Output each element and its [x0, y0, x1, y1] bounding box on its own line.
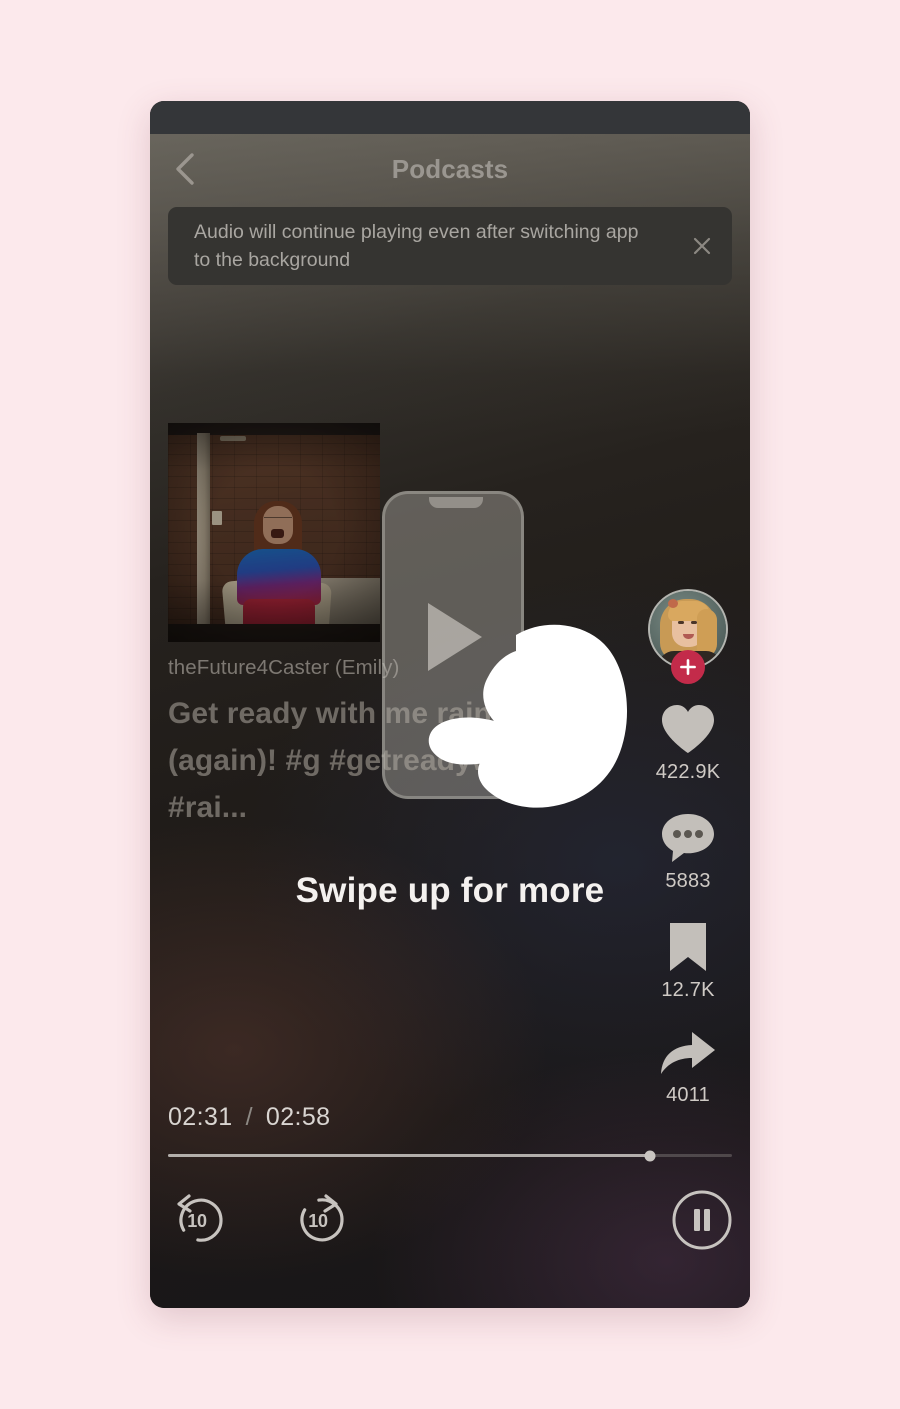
like-count: 422.9K [655, 761, 721, 783]
bookmark-button[interactable]: 12.7K [661, 921, 714, 1002]
page-title: Podcasts [391, 153, 509, 184]
action-rail: 422.9K 5883 12.7K 4011 [636, 589, 740, 1135]
bookmark-icon [669, 923, 706, 971]
toast-banner: Audio will continue playing even after s… [168, 207, 732, 285]
progress-scrubber[interactable] [168, 1150, 732, 1161]
thumbnail-dim-overlay [168, 423, 380, 642]
play-pause-button[interactable] [671, 1189, 733, 1251]
phone-frame: theFuture4Caster (Emily) Get ready with … [150, 101, 750, 1308]
comment-icon [662, 814, 714, 862]
toast-message: Audio will continue playing even after s… [194, 221, 639, 271]
plus-icon [680, 659, 696, 675]
heart-icon [662, 705, 714, 753]
toast-close-button[interactable] [672, 207, 732, 285]
avatar-hair-side [697, 609, 717, 657]
video-thumbnail[interactable] [168, 423, 380, 642]
video-player-surface[interactable]: theFuture4Caster (Emily) Get ready with … [150, 134, 750, 1308]
status-bar [150, 101, 750, 134]
progress-fill [168, 1154, 651, 1157]
video-caption-block: theFuture4Caster (Emily) Get ready with … [168, 656, 608, 831]
follow-button[interactable] [671, 650, 705, 684]
time-display: 02:31 / 02:58 [168, 1103, 330, 1132]
current-time: 02:31 [168, 1103, 233, 1131]
comment-button[interactable]: 5883 [660, 812, 716, 893]
close-icon [693, 237, 711, 255]
bookmark-count: 12.7K [661, 979, 715, 1001]
creator-avatar[interactable] [648, 589, 728, 684]
avatar-flower [668, 599, 678, 608]
comment-count: 5883 [665, 870, 711, 892]
total-time: 02:58 [265, 1103, 331, 1131]
skip-back-button[interactable]: 10 [166, 1189, 228, 1251]
skip-back-label: 10 [187, 1211, 207, 1232]
time-separator: / [245, 1103, 253, 1131]
progress-thumb[interactable] [644, 1150, 656, 1161]
transport-controls: 10 10 [150, 1189, 750, 1259]
phone-notch-icon [429, 497, 483, 508]
avatar-eye-left [678, 621, 684, 624]
video-author[interactable]: theFuture4Caster (Emily) [168, 656, 608, 680]
share-icon [661, 1032, 715, 1074]
skip-forward-button[interactable]: 10 [287, 1189, 349, 1251]
player-controls: 02:31 / 02:58 10 10 [150, 1083, 750, 1308]
pause-icon [672, 1190, 732, 1250]
app-header: Podcasts [150, 134, 750, 204]
like-button[interactable]: 422.9K [656, 703, 721, 784]
skip-forward-label: 10 [308, 1211, 328, 1232]
video-caption-text[interactable]: Get ready with me rainbow (again)! #g #g… [168, 690, 608, 831]
avatar-eye-right [691, 621, 697, 624]
